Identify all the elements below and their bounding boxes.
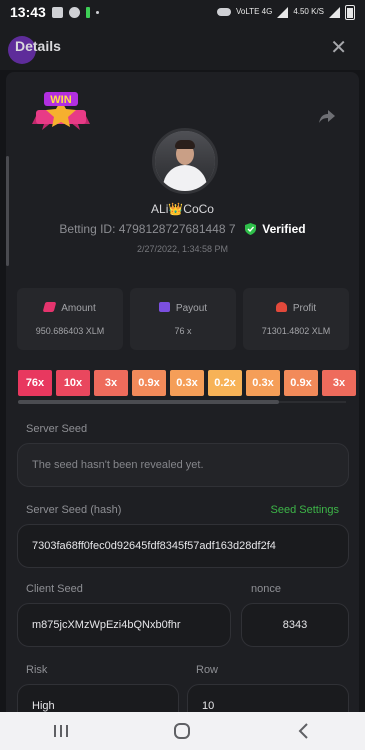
avatar — [152, 128, 218, 194]
profit-icon — [275, 302, 287, 312]
verified-shield-icon — [244, 223, 256, 235]
risk-field[interactable]: High — [17, 684, 179, 712]
client-seed-field[interactable]: m875jcXMzWpEzi4bQNxb0fhr — [17, 603, 231, 647]
row-field[interactable]: 10 — [187, 684, 349, 712]
alert-notification-icon — [85, 6, 90, 18]
amount-card: Amount 950.686403 XLM — [17, 288, 123, 350]
network-label: VoLTE 4G — [235, 7, 273, 16]
multiplier-strip[interactable]: 76x 10x 3x 0.9x 0.3x 0.2x 0.3x 0.9x 3x — [18, 370, 359, 396]
status-bar: 13:43 VoLTE 4G 4.50 K/S — [0, 0, 365, 24]
amount-value: 950.686403 XLM — [35, 326, 105, 336]
home-button[interactable] — [162, 716, 202, 746]
betting-id: Betting ID: 4798128727681448 7 — [59, 222, 236, 236]
nonce-label: nonce — [251, 583, 281, 595]
system-nav-bar — [0, 712, 365, 750]
share-icon[interactable] — [317, 106, 337, 126]
bet-details-panel: WIN ALi👑CoCo Betting ID: 479812872768144… — [6, 72, 359, 712]
svg-text:WIN: WIN — [50, 94, 71, 106]
nonce-field[interactable]: 8343 — [241, 603, 349, 647]
page-title: Details — [15, 38, 61, 54]
payout-icon — [158, 302, 170, 312]
risk-label: Risk — [26, 664, 48, 676]
back-button[interactable] — [284, 716, 324, 746]
stats-row: Amount 950.686403 XLM Payout 76 x Profit… — [17, 288, 349, 350]
multiplier-chip: 0.9x — [284, 370, 318, 396]
more-notifications-icon — [95, 10, 99, 14]
home-icon — [174, 723, 191, 739]
recent-apps-icon — [53, 725, 68, 737]
server-seed-label: Server Seed — [26, 423, 88, 435]
verified-label: Verified — [262, 222, 306, 236]
details-header: Details ✕ — [0, 24, 365, 70]
status-right: VoLTE 4G 4.50 K/S — [216, 4, 355, 20]
signal-icon — [277, 6, 289, 18]
whatsapp-notification-icon — [68, 6, 80, 18]
amount-icon — [42, 302, 57, 312]
win-badge-icon: WIN — [32, 92, 90, 130]
multiplier-chip: 3x — [322, 370, 356, 396]
profit-value: 71301.4802 XLM — [261, 326, 331, 336]
client-seed-label: Client Seed — [26, 583, 83, 595]
row-label: Row — [196, 664, 219, 676]
payout-card: Payout 76 x — [130, 288, 236, 350]
multiplier-chip: 10x — [56, 370, 90, 396]
battery-icon — [345, 4, 355, 20]
multiplier-chip: 76x — [18, 370, 52, 396]
payout-value: 76 x — [174, 326, 192, 336]
betting-id-row: Betting ID: 4798128727681448 7 Verified — [6, 222, 359, 236]
multiplier-chip: 0.3x — [170, 370, 204, 396]
amount-label: Amount — [61, 303, 96, 314]
recent-apps-button[interactable] — [41, 716, 81, 746]
clock: 13:43 — [10, 4, 46, 20]
key-icon — [216, 8, 231, 16]
network-speed: 4.50 K/S — [293, 7, 324, 16]
multiplier-chip: 3x — [94, 370, 128, 396]
multiplier-chip: 0.2x — [208, 370, 242, 396]
status-left: 13:43 — [10, 4, 99, 20]
profit-label: Profit — [292, 303, 317, 314]
username: ALi👑CoCo — [151, 202, 214, 216]
bet-date: 2/27/2022, 1:34:58 PM — [136, 244, 229, 254]
gallery-notification-icon — [51, 6, 63, 18]
close-icon[interactable]: ✕ — [330, 35, 347, 60]
multiplier-chip: 0.3x — [246, 370, 280, 396]
server-seed-field[interactable]: The seed hasn't been revealed yet. — [17, 443, 349, 487]
payout-label: Payout — [175, 303, 208, 314]
signal-icon-2 — [329, 6, 340, 18]
profit-card: Profit 71301.4802 XLM — [243, 288, 349, 350]
server-seed-hash-field[interactable]: 7303fa68ff0fec0d92645fdf8345f57adf163d28… — [17, 524, 349, 568]
server-seed-hash-label: Server Seed (hash) — [26, 504, 122, 516]
multiplier-scroll-thumb[interactable] — [18, 400, 279, 404]
multiplier-chip: 0.9x — [132, 370, 166, 396]
back-icon — [298, 723, 308, 739]
seed-settings-link[interactable]: Seed Settings — [271, 504, 340, 516]
